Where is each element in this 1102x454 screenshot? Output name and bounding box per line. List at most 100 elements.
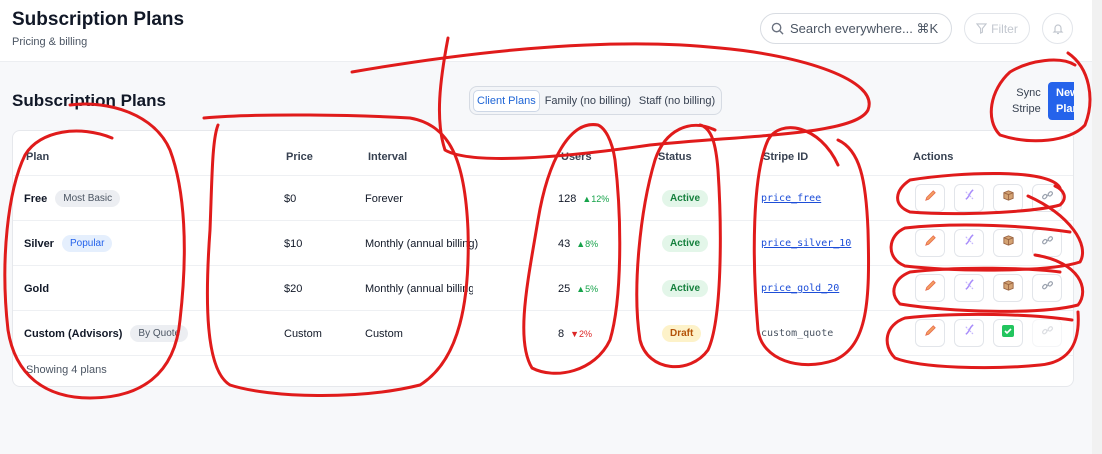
stripe-id-link[interactable]: price_gold_20 (761, 283, 839, 294)
plan-name: Silver (24, 237, 54, 250)
search-placeholder: Search everywhere... ⌘K (790, 20, 939, 36)
sync-icon (963, 324, 976, 342)
edit-button[interactable] (915, 319, 945, 347)
scrollbar[interactable] (1092, 0, 1102, 454)
plan-type-tabs: Client Plans Family (no billing) Staff (… (469, 86, 723, 115)
plan-price: $10 (284, 237, 303, 250)
column-header-status[interactable]: Status (658, 151, 692, 163)
stripe-id-link[interactable]: price_silver_10 (761, 238, 851, 249)
edit-button[interactable] (915, 229, 945, 257)
plan-name: Free (24, 192, 48, 205)
column-header-plan[interactable]: Plan (26, 151, 49, 163)
stripe-id-link[interactable]: price_free (761, 193, 821, 204)
checkbox-check-icon (1001, 324, 1015, 343)
sync-button[interactable] (954, 319, 984, 347)
search-icon (771, 22, 784, 35)
tab-staff[interactable]: Staff (no billing) (636, 91, 718, 111)
table-row[interactable]: Silver Popular $10 Monthly (annual billin… (13, 220, 1073, 265)
sync-button[interactable] (954, 184, 984, 212)
tab-client-plans[interactable]: Client Plans (473, 89, 540, 112)
new-plan-line2: Plan (1056, 103, 1074, 115)
user-trend: ▲8% (576, 238, 599, 249)
sync-stripe-button[interactable]: Sync Stripe (1012, 85, 1041, 117)
sync-icon (963, 234, 976, 252)
new-plan-button[interactable]: New Plan (1048, 82, 1074, 120)
bell-icon (1052, 23, 1063, 34)
box-icon (1002, 234, 1015, 252)
notifications-button[interactable] (1042, 13, 1073, 44)
link-button[interactable] (1032, 229, 1062, 257)
edit-button[interactable] (915, 274, 945, 302)
archive-button[interactable] (993, 274, 1023, 302)
status-badge: Active (662, 235, 709, 252)
link-button[interactable] (1032, 319, 1062, 347)
plan-interval: Monthly (annual billing) (365, 237, 479, 250)
link-button[interactable] (1032, 184, 1062, 212)
filter-button[interactable]: Filter (964, 13, 1030, 44)
sync-icon (963, 279, 976, 297)
approve-button[interactable] (993, 319, 1023, 347)
user-trend: ▼2% (570, 328, 593, 339)
page-title: Subscription Plans (12, 9, 185, 30)
page-subtitle: Pricing & billing (12, 36, 88, 48)
user-trend: ▲12% (582, 193, 610, 204)
plan-price: $0 (284, 192, 297, 205)
plan-interval: Monthly (annual billing) (365, 282, 473, 295)
tab-family[interactable]: Family (no billing) (542, 91, 634, 111)
link-icon (1041, 234, 1054, 252)
sync-button[interactable] (954, 229, 984, 257)
plan-name: Gold (24, 282, 50, 295)
filter-icon (976, 23, 988, 34)
archive-button[interactable] (993, 184, 1023, 212)
box-icon (1002, 189, 1015, 207)
sync-icon (963, 189, 976, 207)
top-bar: Subscription Plans Pricing & billing Sea… (0, 0, 1092, 62)
pencil-icon (924, 189, 937, 207)
user-trend: ▲5% (576, 283, 599, 294)
link-icon (1041, 324, 1054, 342)
new-plan-line1: New (1056, 87, 1074, 99)
table-row[interactable]: Gold $20 Monthly (annual billing) 25 ▲5% … (13, 265, 1073, 310)
plan-tag: By Quote (130, 325, 189, 342)
table-row[interactable]: Free Most Basic $0 Forever 128 ▲12% Active… (13, 175, 1073, 220)
column-header-users[interactable]: Users (561, 151, 592, 163)
status-badge: Active (662, 190, 709, 207)
page: Subscription Plans Pricing & billing Sea… (0, 0, 1092, 454)
column-header-stripe-id[interactable]: Stripe ID (763, 151, 808, 163)
table-row[interactable]: Custom (Advisors) By Quote Custom Custom … (13, 310, 1073, 355)
box-icon (1002, 279, 1015, 297)
archive-button[interactable] (993, 229, 1023, 257)
link-icon (1041, 279, 1054, 297)
stripe-id-text: custom_quote (761, 328, 834, 339)
table-footer-divider (13, 355, 1073, 356)
plan-price: Custom (284, 327, 322, 340)
plan-price: $20 (284, 282, 303, 295)
table-footer-count: Showing 4 plans (26, 364, 107, 376)
plan-name: Custom (Advisors) (24, 327, 123, 340)
section-title: Subscription Plans (12, 91, 166, 110)
filter-label: Filter (991, 21, 1018, 36)
pencil-icon (924, 234, 937, 252)
user-count: 128 (558, 192, 577, 205)
user-count: 43 (558, 237, 571, 250)
status-badge: Active (662, 280, 709, 297)
column-header-actions: Actions (913, 151, 954, 163)
plan-interval: Forever (365, 192, 403, 205)
user-count: 8 (558, 327, 565, 340)
status-badge: Draft (662, 325, 702, 342)
column-header-interval[interactable]: Interval (368, 151, 407, 163)
sync-button[interactable] (954, 274, 984, 302)
link-button[interactable] (1032, 274, 1062, 302)
search-input[interactable]: Search everywhere... ⌘K (760, 13, 952, 44)
user-count: 25 (558, 282, 571, 295)
sync-label-line1: Sync (1016, 87, 1041, 99)
plan-tag: Popular (61, 235, 113, 252)
edit-button[interactable] (915, 184, 945, 212)
column-header-price[interactable]: Price (286, 151, 313, 163)
plan-tag: Most Basic (55, 190, 121, 207)
pencil-icon (924, 324, 937, 342)
plans-table: Plan Price Interval Users Status Stripe … (12, 130, 1074, 387)
pencil-icon (924, 279, 937, 297)
sync-label-line2: Stripe (1012, 103, 1041, 115)
link-icon (1041, 189, 1054, 207)
